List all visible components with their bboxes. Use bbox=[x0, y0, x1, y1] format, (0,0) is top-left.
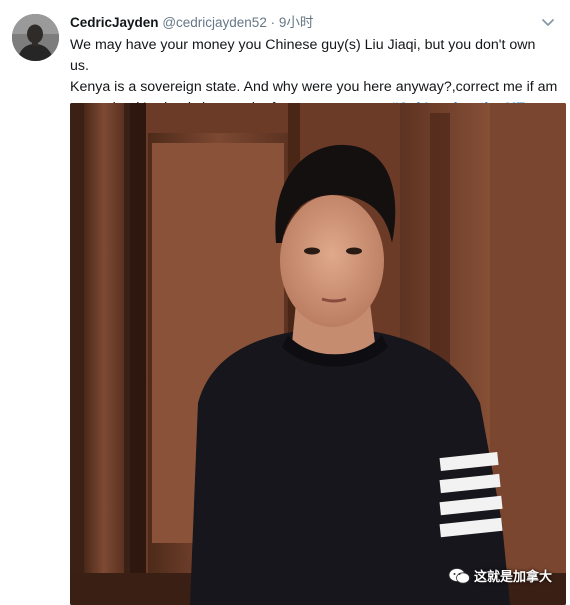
watermark-text: 这就是加拿大 bbox=[473, 569, 552, 584]
photo-image bbox=[70, 103, 566, 605]
tweet-photo[interactable]: 这就是加拿大 bbox=[70, 103, 566, 605]
avatar-image bbox=[12, 14, 59, 61]
author-handle[interactable]: @cedricjayden52 bbox=[162, 15, 267, 30]
tweet-menu-chevron-down-icon[interactable] bbox=[540, 16, 556, 28]
wechat-icon bbox=[448, 567, 470, 584]
tweet-text-line: We may have your money you Chinese guy(s… bbox=[70, 37, 536, 74]
tweet-card[interactable]: CedricJayden @cedricjayden52 · 9小时 We ma… bbox=[0, 0, 570, 605]
author-avatar[interactable] bbox=[12, 14, 59, 61]
tweet-timestamp[interactable]: 9小时 bbox=[279, 15, 314, 30]
watermark: 这就是加拿大 bbox=[448, 566, 552, 585]
tweet-header: CedricJayden @cedricjayden52 · 9小时 bbox=[70, 14, 313, 32]
header-separator: · bbox=[270, 15, 276, 30]
tweet-text-line: Kenya is a sovereign state. And why were… bbox=[70, 79, 558, 95]
author-display-name[interactable]: CedricJayden bbox=[70, 15, 159, 30]
